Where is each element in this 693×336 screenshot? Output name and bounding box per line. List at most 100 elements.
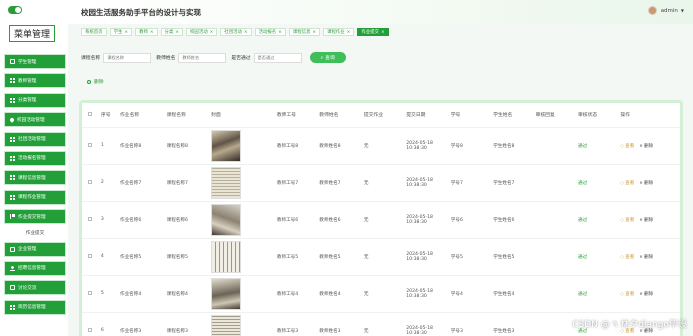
close-icon[interactable]: ×: [278, 30, 282, 35]
pass-status-input[interactable]: [253, 52, 302, 63]
view-button[interactable]: 查看: [620, 291, 634, 297]
cover-cell: [208, 311, 274, 336]
sidebar-item[interactable]: 招聘信息管理: [4, 260, 66, 276]
sidebar-item-label: 校园活动管理: [17, 117, 45, 123]
column-header: 提交日期: [403, 103, 448, 127]
teacher-no-cell: 教师工号6: [273, 200, 317, 238]
view-button[interactable]: 查看: [620, 180, 634, 186]
course-cell: 课程名称4: [163, 274, 209, 312]
card-icon: [10, 246, 15, 252]
row-checkbox[interactable]: [87, 142, 92, 147]
grid-icon: [10, 194, 15, 200]
table-row: 2 作业名称7 课程名称7 教师工号7 教师姓名7 无 2024-05-18 10:38:3…: [82, 163, 680, 201]
sidebar-item[interactable]: 作业提交管理: [4, 209, 66, 225]
reply-cell: [532, 237, 575, 275]
submitted-cell: 无: [360, 311, 404, 336]
tab[interactable]: 课程作业 ×: [323, 28, 355, 36]
close-icon[interactable]: ×: [381, 30, 385, 35]
delete-button[interactable]: 删除: [639, 291, 653, 297]
course-cell: 课程名称6: [163, 200, 209, 238]
view-button[interactable]: 查看: [620, 254, 634, 260]
sidebar-item[interactable]: 社团活动管理: [4, 131, 66, 147]
sidebar-item[interactable]: 课程作业管理: [4, 189, 66, 205]
delete-button[interactable]: 删除: [639, 143, 653, 149]
menu-title: 菜单管理: [9, 25, 55, 42]
column-header: 教师姓名: [316, 103, 361, 127]
row-checkbox[interactable]: [87, 253, 92, 258]
grid-icon: [10, 97, 15, 103]
student-no-cell: 学号4: [447, 274, 491, 312]
tab[interactable]: 系统首页: [81, 28, 107, 36]
tab[interactable]: 学生 ×: [109, 28, 133, 36]
close-icon[interactable]: ×: [244, 30, 248, 35]
view-button[interactable]: 查看: [620, 143, 634, 149]
batch-delete-button[interactable]: 删除: [87, 78, 104, 85]
student-no-cell: 学号3: [447, 311, 491, 336]
view-button[interactable]: 查看: [620, 217, 634, 223]
sidebar-item[interactable]: 分类管理: [4, 92, 66, 108]
delete-button[interactable]: 删除: [639, 254, 653, 260]
cover-thumbnail[interactable]: [211, 129, 242, 162]
search-button[interactable]: ⌕ 查询: [309, 52, 346, 63]
teacher-name-cell: 教师姓名6: [316, 200, 361, 238]
tab[interactable]: 教师 ×: [135, 28, 158, 36]
sidebar-item[interactable]: 课程信息管理: [4, 170, 66, 186]
submitted-cell: 无: [360, 163, 404, 201]
sidebar-item[interactable]: 讨论交流: [4, 280, 66, 296]
sidebar-item[interactable]: 学生管理: [4, 54, 66, 69]
close-icon[interactable]: ×: [347, 30, 351, 35]
sidebar-item[interactable]: 简历信息管理: [4, 299, 66, 315]
flag-icon: [10, 214, 15, 220]
no-cell: 1: [97, 126, 117, 164]
tab[interactable]: 课程信息 ×: [288, 28, 321, 36]
username: admin: [660, 7, 678, 14]
date-cell: 2024-05-18 10:38:30: [403, 126, 448, 164]
submitted-cell: 无: [360, 237, 404, 275]
row-checkbox[interactable]: [87, 290, 92, 295]
delete-button[interactable]: 删除: [639, 180, 653, 186]
column-header: 操作: [617, 103, 680, 127]
tab[interactable]: 社团活动 ×: [220, 28, 252, 36]
close-icon[interactable]: ×: [210, 30, 214, 35]
close-icon[interactable]: ×: [150, 30, 154, 35]
select-all-checkbox[interactable]: [87, 111, 92, 116]
cover-thumbnail[interactable]: [211, 240, 242, 273]
actions-cell: 查看删除: [617, 163, 680, 201]
sidebar-item[interactable]: 教师管理: [4, 73, 66, 89]
teacher-no-cell: 教师工号3: [273, 311, 317, 336]
course-name-input[interactable]: [103, 52, 152, 63]
row-checkbox[interactable]: [87, 327, 92, 332]
search-bar: 课程名称 教师姓名 是否通过 ⌕ 查询: [81, 52, 346, 63]
table-body: 1 作业名称8 课程名称8 教师工号8 教师姓名8 无 2024-05-18 10:38:3…: [82, 126, 680, 336]
tab-label: 学生: [113, 30, 123, 35]
close-icon[interactable]: ×: [124, 30, 128, 35]
no-cell: 3: [97, 200, 117, 238]
tab[interactable]: 作业提交 ×: [357, 28, 389, 36]
sidebar-item[interactable]: 校园活动管理: [4, 112, 66, 128]
no-cell: 6: [97, 311, 117, 336]
cover-thumbnail[interactable]: [211, 314, 242, 336]
cover-thumbnail[interactable]: [211, 166, 242, 199]
tab[interactable]: 分类 ×: [160, 28, 184, 36]
sidebar-item-label: 作业提交: [25, 231, 45, 237]
close-icon[interactable]: ×: [175, 30, 179, 35]
cover-thumbnail[interactable]: [211, 277, 242, 310]
sidebar-item-label: 社团活动管理: [18, 137, 46, 143]
sidebar-item[interactable]: 企业管理: [4, 241, 66, 257]
delete-button[interactable]: 删除: [639, 217, 653, 223]
user-icon: [10, 265, 15, 271]
sidebar-toggle-switch[interactable]: [8, 6, 22, 14]
search-icon: ⌕: [320, 55, 324, 61]
cover-thumbnail[interactable]: [211, 203, 242, 236]
teacher-name-input[interactable]: [178, 52, 227, 63]
tab[interactable]: 校园活动 ×: [186, 28, 218, 36]
row-checkbox[interactable]: [87, 216, 92, 221]
sidebar-item[interactable]: 活动报名管理: [4, 150, 66, 166]
close-icon[interactable]: ×: [312, 30, 316, 35]
sidebar-subitem[interactable]: 作业提交: [4, 228, 66, 238]
user-menu[interactable]: admin ▼: [647, 6, 684, 15]
date-cell: 2024-05-18 10:38:30: [403, 274, 448, 312]
submitted-cell: 无: [360, 200, 404, 238]
row-checkbox[interactable]: [87, 179, 92, 184]
tab[interactable]: 活动报名 ×: [254, 28, 286, 36]
